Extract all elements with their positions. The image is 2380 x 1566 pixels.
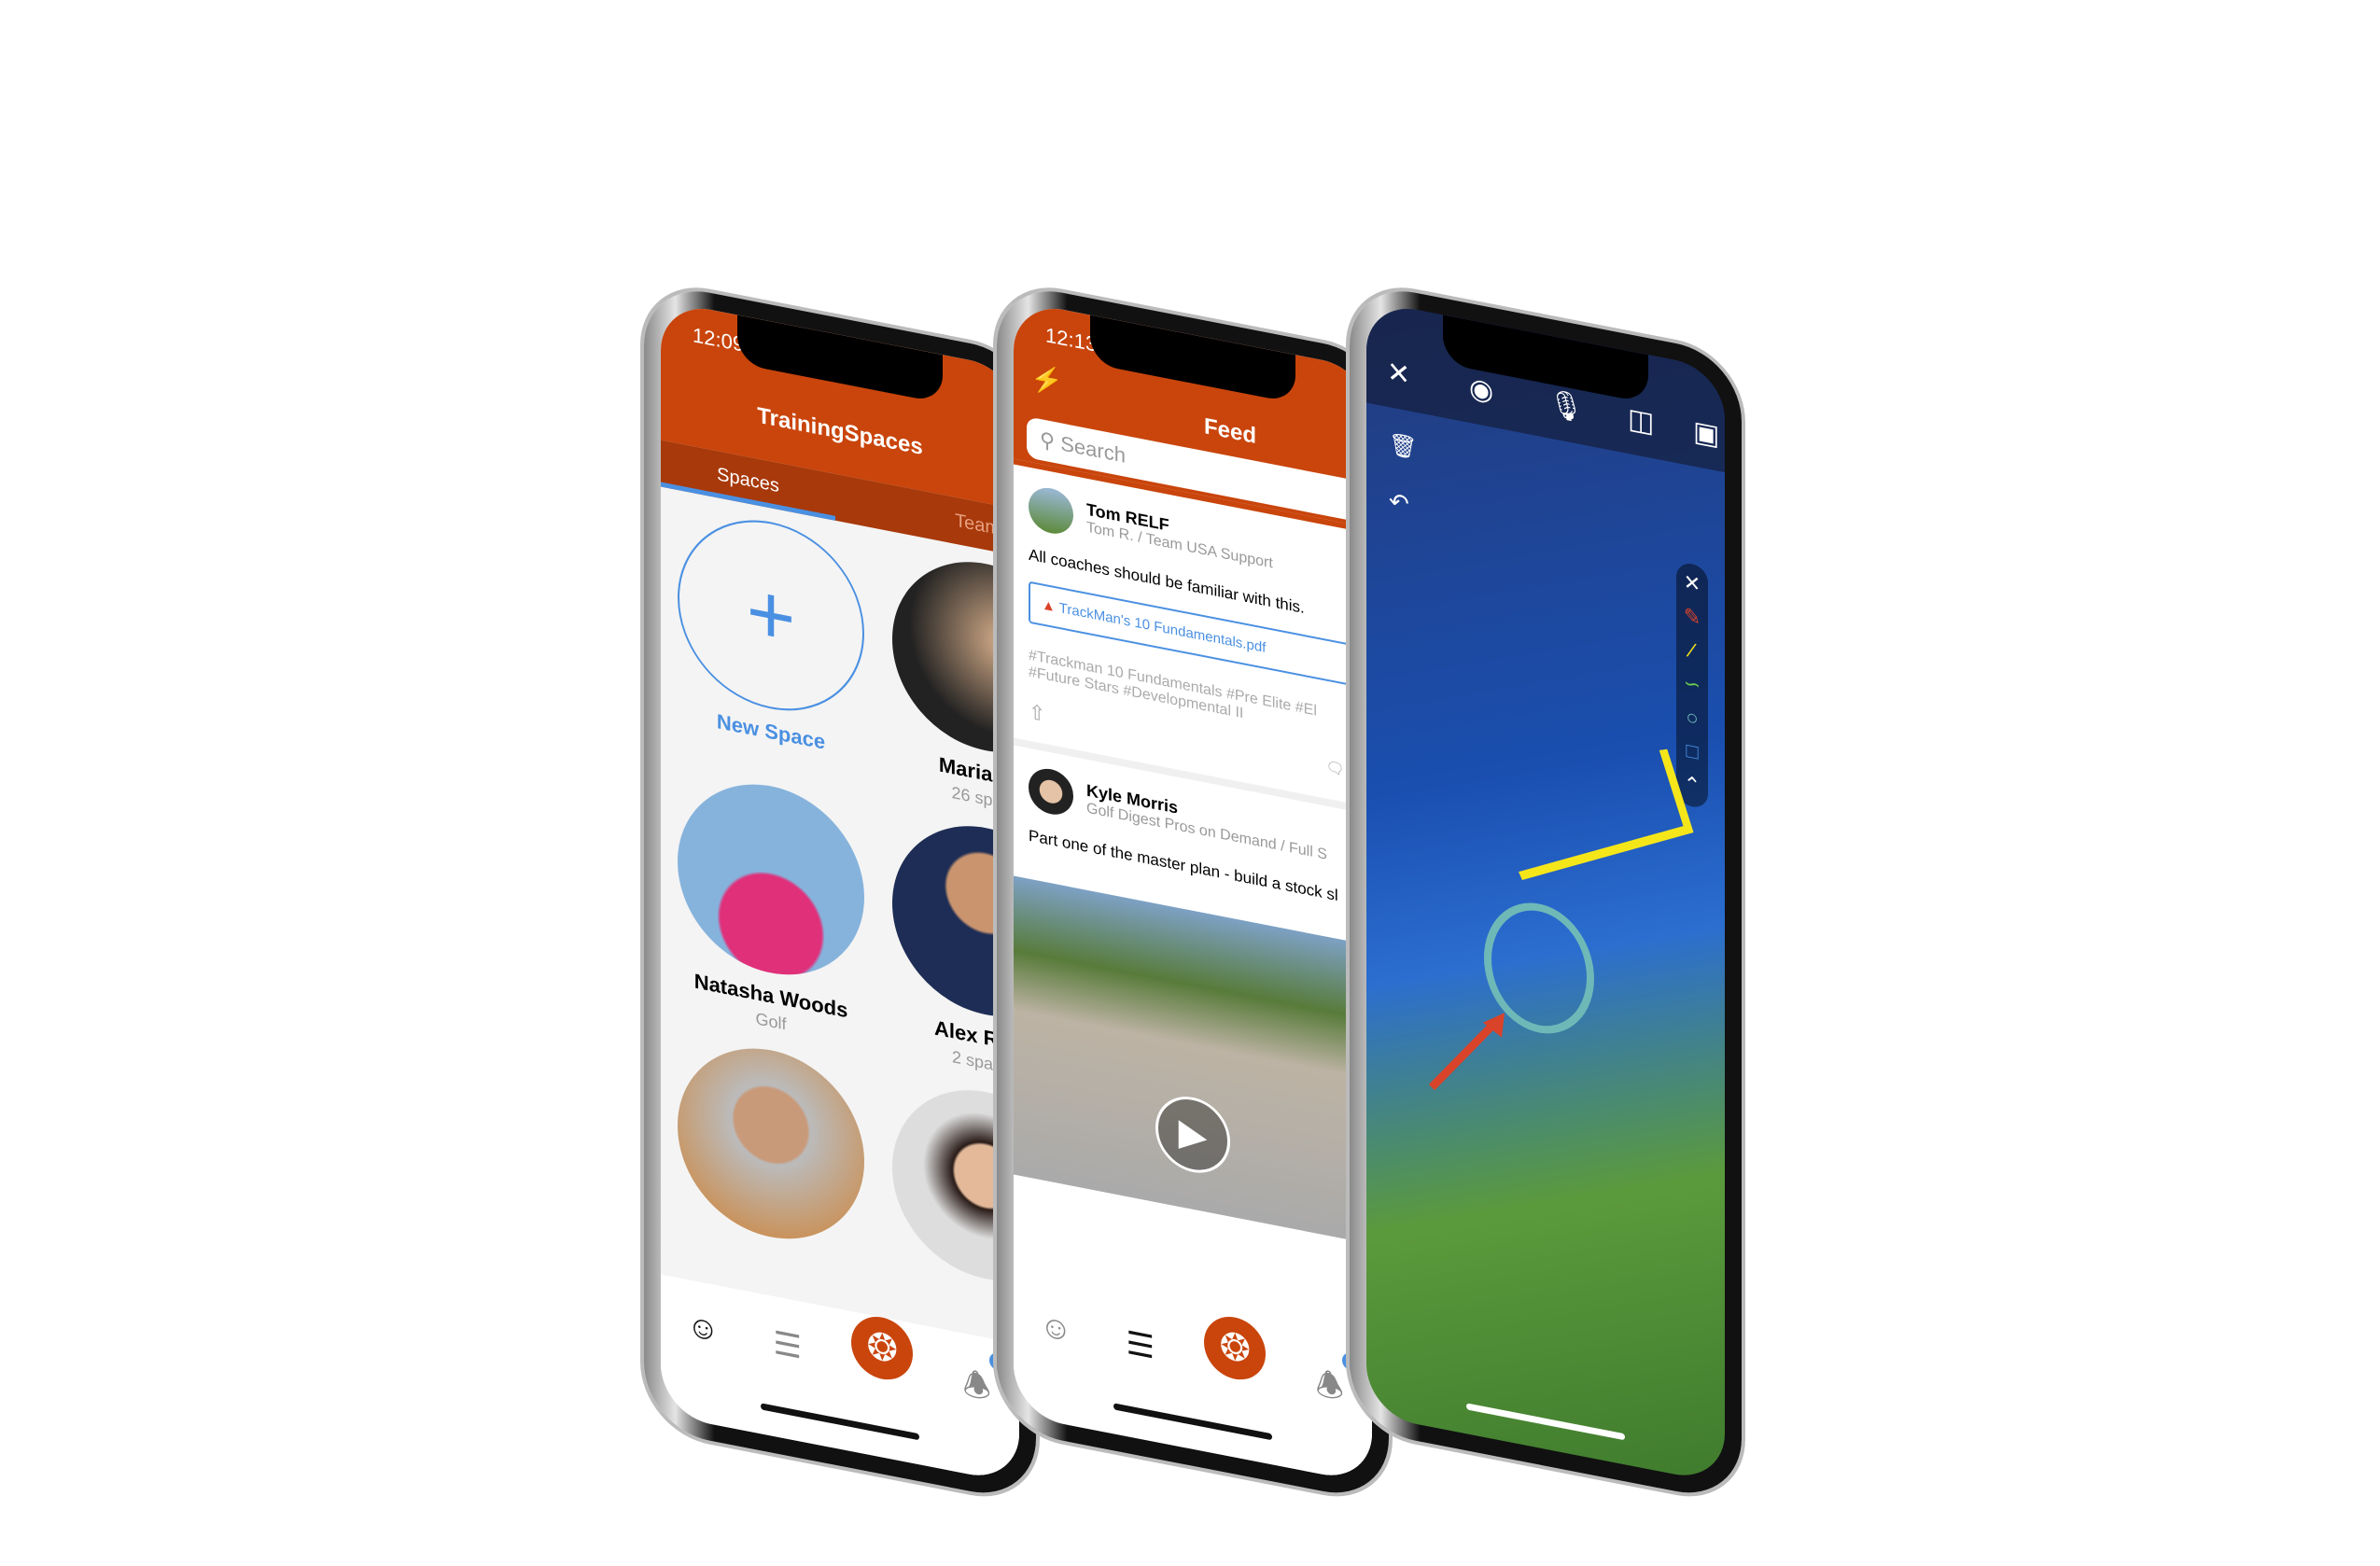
feed-icon[interactable]: ☰ bbox=[767, 1323, 808, 1373]
space-card[interactable]: Natasha Woods Golf bbox=[678, 767, 864, 1050]
new-space-button[interactable]: + New Space bbox=[678, 503, 864, 786]
spaces-grid: + New Space Maria Dra 26 space Natasha W… bbox=[678, 503, 1019, 1307]
share-icon[interactable]: ⇧ bbox=[1029, 700, 1045, 728]
annotations bbox=[1428, 748, 1694, 1091]
feed-screen: 12:13 ⚡ Feed ⚲ Search Tom RELF Tom R. / T… bbox=[1014, 300, 1372, 1485]
bottom-tab-bar: ☺ ☰ ❂ 🕭45 bbox=[661, 1274, 1019, 1485]
avatar bbox=[678, 767, 864, 991]
phone-annotate: ✕ ◉ 🎙 ◫ ▣ 🗑 ↶ ✕ ✎ ∕ ∽ ○ □ ⌃ bbox=[1350, 280, 1742, 1504]
plus-icon: + bbox=[678, 503, 864, 727]
search-icon: ⚲ bbox=[1040, 426, 1061, 455]
space-card[interactable] bbox=[678, 1031, 864, 1255]
phone-spaces: 12:09 TrainingSpaces Spaces Teams + New … bbox=[644, 280, 1036, 1504]
camera-shutter-icon[interactable]: ❂ bbox=[851, 1311, 914, 1386]
bell-icon[interactable]: 🕭45 bbox=[957, 1350, 1015, 1409]
camera-shutter-icon[interactable]: ❂ bbox=[1204, 1311, 1267, 1386]
spaces-screen: 12:09 TrainingSpaces Spaces Teams + New … bbox=[661, 300, 1019, 1485]
bell-icon[interactable]: 🕭43 bbox=[1309, 1350, 1367, 1409]
feed-icon[interactable]: ☰ bbox=[1120, 1323, 1161, 1373]
feed-list: Tom RELF Tom R. / Team USA Support All co… bbox=[1014, 458, 1372, 1345]
avatar bbox=[678, 1031, 864, 1255]
play-icon[interactable]: ▶ bbox=[1155, 1090, 1230, 1180]
status-time: 12:13 bbox=[1045, 323, 1098, 357]
avatar bbox=[1029, 764, 1073, 818]
pdf-icon: ▲ bbox=[1042, 596, 1059, 616]
comment-icon: 🗨 bbox=[1325, 759, 1350, 780]
phone-feed: 12:13 ⚡ Feed ⚲ Search Tom RELF Tom R. / T… bbox=[997, 280, 1389, 1504]
profile-icon[interactable]: ☺ bbox=[682, 1307, 723, 1356]
new-space-label: New Space bbox=[716, 709, 826, 754]
yellow-angle-line bbox=[1519, 748, 1694, 881]
profile-icon[interactable]: ☺ bbox=[1035, 1307, 1076, 1356]
status-time: 12:09 bbox=[693, 323, 745, 357]
avatar bbox=[1029, 483, 1073, 538]
annotate-screen: ✕ ◉ 🎙 ◫ ▣ 🗑 ↶ ✕ ✎ ∕ ∽ ○ □ ⌃ bbox=[1366, 300, 1725, 1485]
